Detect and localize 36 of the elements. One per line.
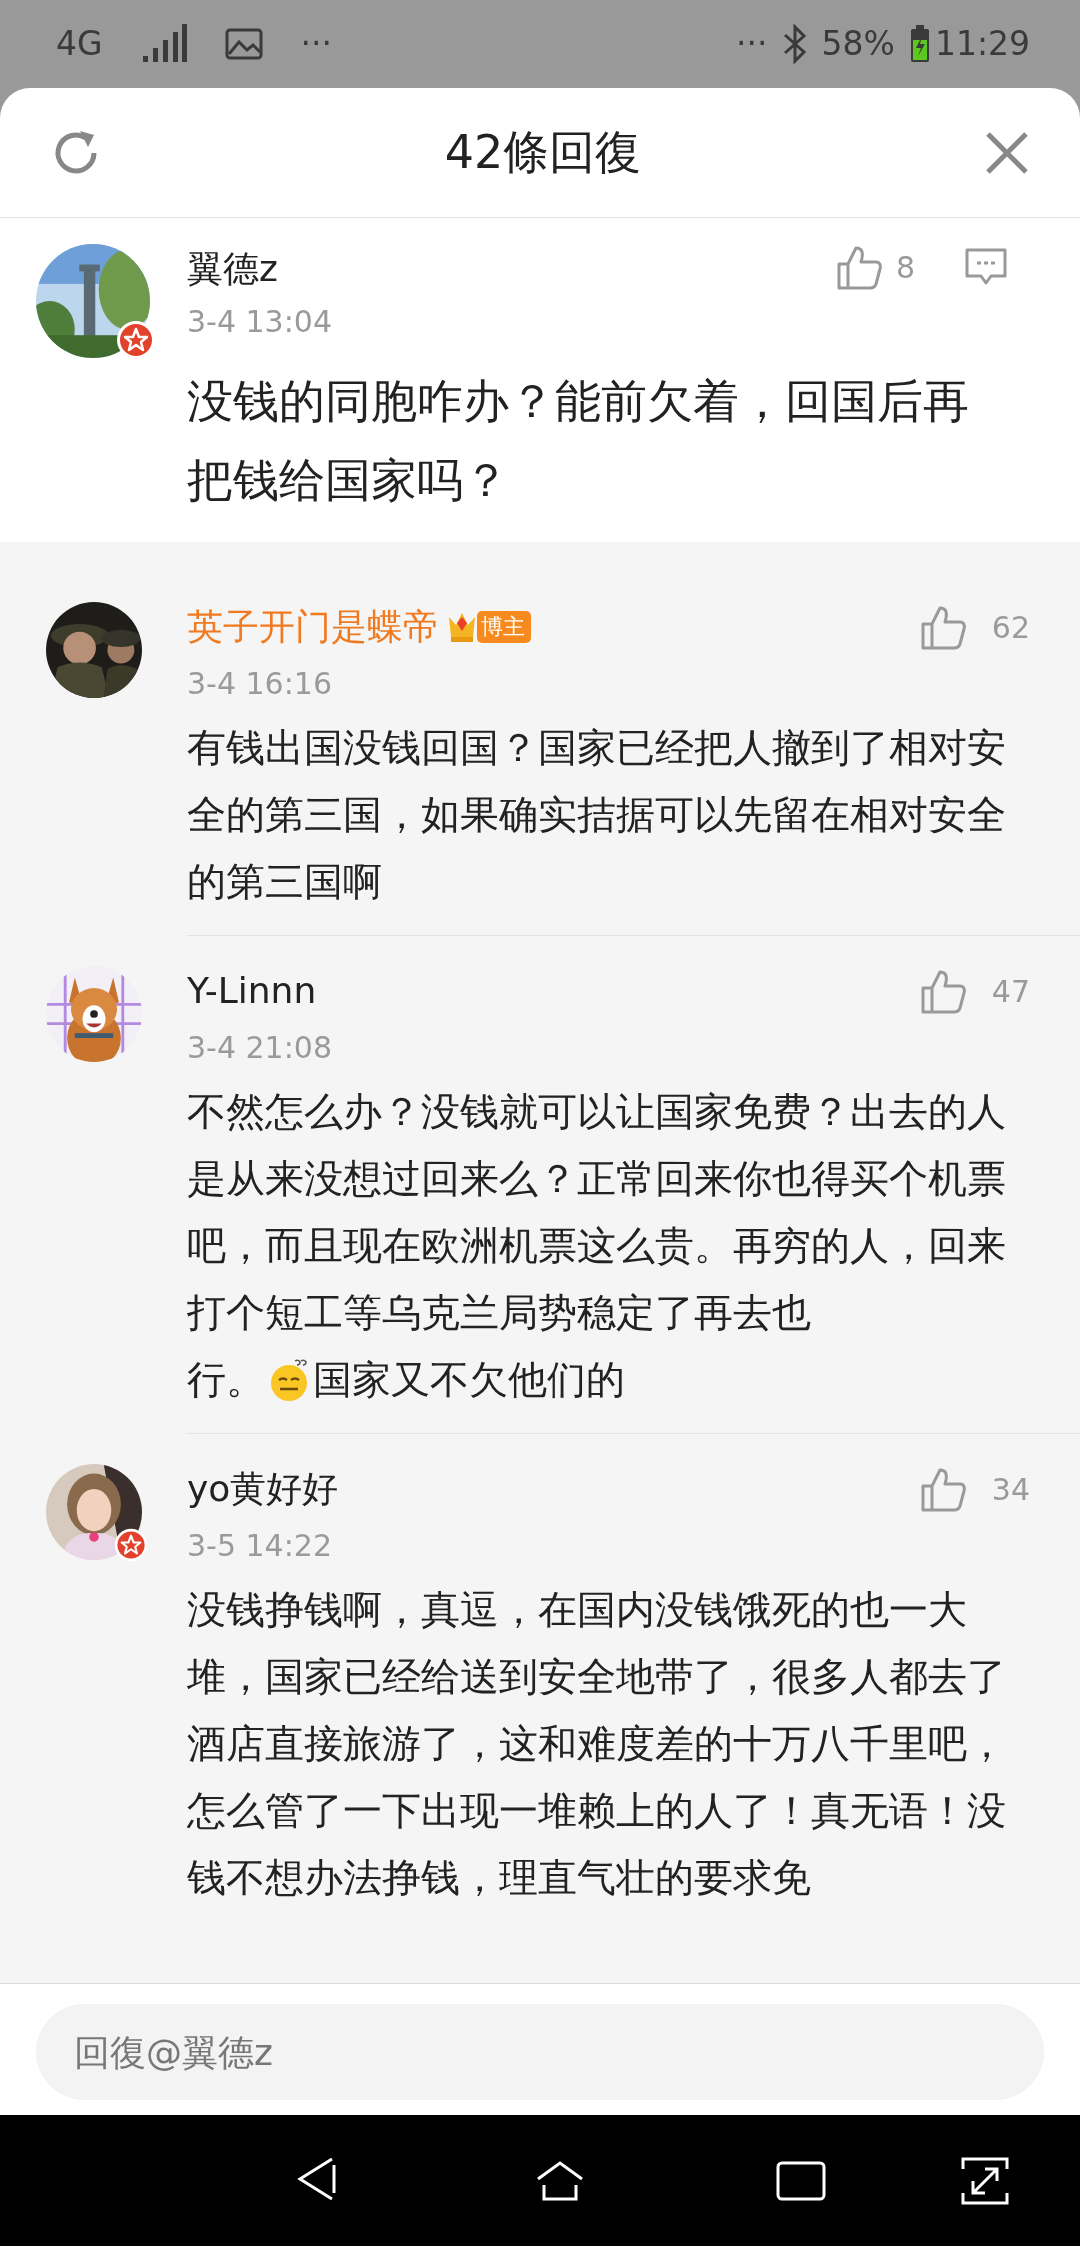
- image-icon: [224, 28, 263, 60]
- comment-time: 3-4 21:08: [187, 1029, 333, 1067]
- reply-input-field[interactable]: 回復@翼德z: [36, 2004, 1044, 2100]
- like-count: 47: [991, 972, 1030, 1011]
- thumbs-up-icon[interactable]: [919, 604, 966, 650]
- battery-icon: [908, 24, 931, 64]
- author-name[interactable]: 翼德z: [187, 244, 278, 294]
- bluetooth-icon: [781, 24, 808, 64]
- like-count: 34: [991, 1470, 1030, 1509]
- battery-percent: 58%: [821, 23, 895, 66]
- comment-time: 3-5 14:22: [187, 1527, 333, 1565]
- close-button[interactable]: [984, 129, 1030, 176]
- thumbs-up-icon[interactable]: [835, 244, 882, 290]
- more-label: ···: [736, 23, 768, 66]
- comment-time: 3-4 16:16: [187, 665, 333, 703]
- clock: 11:29: [934, 23, 1030, 66]
- author-name[interactable]: yo黄好好: [187, 1464, 339, 1514]
- comment-icon[interactable]: [965, 248, 1007, 286]
- close-icon: [984, 129, 1030, 176]
- thumbs-up-icon[interactable]: [919, 968, 966, 1014]
- more-label: ···: [300, 23, 333, 66]
- author-name[interactable]: Y-Linnn: [187, 966, 317, 1016]
- thumbs-up-icon[interactable]: [919, 1466, 966, 1512]
- signal-icon: [140, 24, 187, 64]
- comment-text: 不然怎么办？没钱就可以让国家免费？出去的人是从来没想过回来么？正常回来你也得买个机票吧，而且现在欧洲机票这么贵。再穷的人，回来打个短工等乌克兰局势稳定了再去也: [187, 1088, 1007, 1337]
- like-count: 62: [991, 608, 1030, 647]
- comment-text: 国家又不欠他们的: [313, 1356, 625, 1404]
- comment-time: 3-4 13:04: [187, 303, 333, 341]
- comment-text: 有钱出国没钱回国？国家已经把人撤到了相对安全的第三国，如果确实拮据可以先留在相对安全的第三国啊: [187, 724, 1007, 906]
- sheet-title: 42條回復: [444, 124, 642, 181]
- like-count: 8: [895, 248, 915, 287]
- comment-text: 没钱挣钱啊，真逗，在国内没钱饿死的也一大堆，国家已经给送到安全地带了，很多人都去了酒店直接旅游了，这和难度差的十万八千里吧，怎么管了一下出现一堆赖上的人了！真无语！没钱不想办法挣钱，理直气壮的要求免: [187, 1586, 1007, 1902]
- network-label: 4G: [56, 23, 103, 66]
- comment-text: 没钱的同胞咋办？能前欠着，回国后再把钱给国家吗？: [187, 373, 970, 509]
- blogger-badge: 博主: [477, 611, 531, 643]
- comment-text: 行。: [187, 1356, 265, 1404]
